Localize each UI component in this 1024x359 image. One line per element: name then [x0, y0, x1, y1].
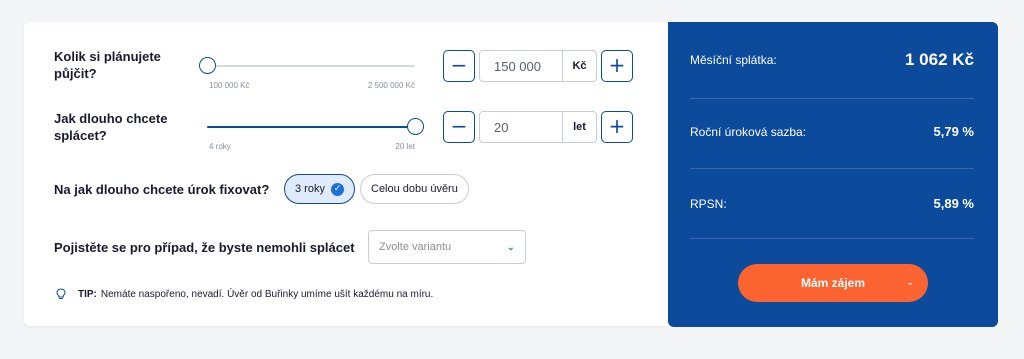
cta-label: Mám zájem — [800, 276, 866, 290]
loan-amount-slider[interactable]: 100 000 Kč 2 500 000 Kč — [199, 50, 415, 90]
loan-calculator-form: Kolik si plánujete půjčit? 100 000 Kč 2 … — [24, 22, 668, 326]
duration-value: 20 — [494, 119, 509, 135]
slider-track — [207, 65, 415, 67]
increase-button[interactable]: + — [601, 50, 633, 82]
monthly-payment-row: Měsíční splátka: 1 062 Kč — [690, 50, 974, 70]
divider — [690, 168, 974, 169]
interest-rate-label: Roční úroková sazba: — [690, 124, 807, 139]
slider-thumb[interactable] — [199, 57, 216, 74]
fixation-option-label: Celou dobu úvěru — [371, 183, 458, 195]
loan-amount-stepper: − 150 000 Kč + — [443, 50, 633, 82]
currency-unit: Kč — [562, 51, 596, 81]
increase-button[interactable]: + — [601, 111, 633, 143]
monthly-payment-label: Měsíční splátka: — [690, 53, 777, 67]
lightbulb-icon — [56, 288, 66, 299]
slider-min-label: 4 roky — [209, 142, 231, 151]
slider-thumb[interactable] — [407, 118, 424, 135]
tip-prefix: TIP: — [78, 288, 97, 300]
duration-stepper: − 20 let + — [443, 111, 633, 143]
chevron-down-icon: ⌄ — [906, 278, 914, 288]
insurance-label: Pojistěte se pro případ, že byste nemohl… — [54, 240, 355, 255]
insurance-select[interactable]: Zvolte variantu ⌄ — [368, 230, 526, 264]
decrease-button[interactable]: − — [443, 50, 475, 82]
interest-rate-row: Roční úroková sazba: 5,79 % — [690, 124, 974, 139]
summary-panel: Měsíční splátka: 1 062 Kč Roční úroková … — [668, 22, 998, 327]
slider-fill — [207, 126, 415, 128]
divider — [690, 238, 974, 239]
decrease-button[interactable]: − — [443, 111, 475, 143]
slider-max-label: 20 let — [395, 142, 415, 151]
tip-note: TIP: Nemáte naspořeno, nevadí. Úvěr od B… — [56, 288, 433, 300]
fixation-option-full-term[interactable]: Celou dobu úvěru — [360, 174, 469, 204]
insurance-placeholder: Zvolte variantu — [379, 241, 452, 253]
rpsn-row: RPSN: 5,89 % — [690, 196, 974, 211]
interest-cta-button[interactable]: Mám zájem ⌄ — [738, 264, 928, 302]
slider-max-label: 2 500 000 Kč — [367, 81, 415, 90]
fixation-option-label: 3 roky — [295, 183, 325, 195]
loan-amount-input[interactable]: 150 000 Kč — [479, 50, 597, 82]
duration-slider[interactable]: 4 roky 20 let — [207, 111, 424, 151]
fixation-option-3-years[interactable]: 3 roky ✓ — [284, 174, 355, 204]
interest-rate-value: 5,79 % — [933, 124, 974, 139]
duration-unit: let — [562, 112, 596, 142]
divider — [690, 98, 974, 99]
loan-amount-label: Kolik si plánujete půjčit? — [54, 49, 161, 81]
rpsn-label: RPSN: — [690, 196, 727, 211]
loan-amount-value: 150 000 — [494, 58, 541, 74]
rpsn-value: 5,89 % — [933, 196, 974, 211]
check-icon: ✓ — [330, 182, 344, 196]
chevron-down-icon: ⌄ — [506, 241, 515, 253]
slider-min-label: 100 000 Kč — [209, 81, 250, 90]
duration-label: Jak dlouho chcete splácet? — [54, 111, 168, 143]
duration-input[interactable]: 20 let — [479, 111, 597, 143]
monthly-payment-value: 1 062 Kč — [905, 50, 974, 69]
fixation-label: Na jak dlouho chcete úrok fixovat? — [54, 182, 270, 197]
tip-text: Nemáte naspořeno, nevadí. Úvěr od Buřink… — [100, 288, 434, 300]
